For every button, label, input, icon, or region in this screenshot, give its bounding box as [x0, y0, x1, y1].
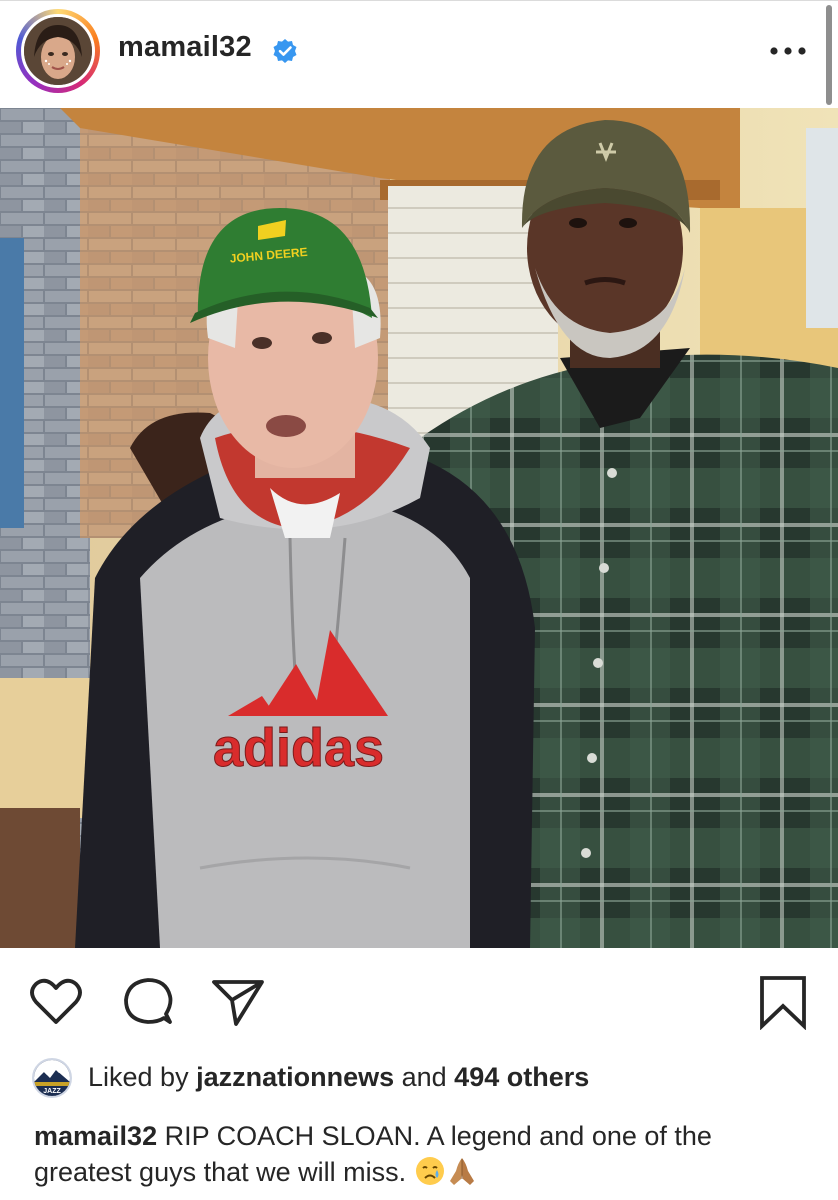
story-ring[interactable]: [16, 9, 100, 93]
action-bar: [0, 948, 838, 1048]
post-caption: mamail32 RIP COACH SLOAN. A legend and o…: [34, 1118, 814, 1190]
instagram-post: mamail32 adidas JOHN DEERE JAZZ Liked by…: [0, 0, 838, 1200]
hoodie-logo-text: adidas: [213, 718, 384, 778]
liker-username[interactable]: jazznationnews: [196, 1062, 394, 1092]
likes-count[interactable]: 494 others: [454, 1062, 589, 1092]
post-username[interactable]: mamail32: [118, 31, 252, 64]
scrollbar-thumb[interactable]: [826, 5, 832, 105]
more-options-icon[interactable]: [770, 47, 806, 55]
comment-icon[interactable]: [120, 974, 176, 1030]
crying-face-emoji: [415, 1157, 444, 1185]
verified-badge-icon: [273, 39, 297, 63]
likes-row: JAZZ Liked by jazznationnews and 494 oth…: [32, 1058, 822, 1100]
post-photo[interactable]: adidas JOHN DEERE: [0, 108, 838, 948]
folded-hands-emoji: [449, 1158, 474, 1185]
likes-text: Liked by jazznationnews and 494 others: [88, 1062, 589, 1093]
liker-avatar[interactable]: JAZZ: [32, 1058, 72, 1098]
paper-plane-icon[interactable]: [210, 974, 266, 1030]
bookmark-icon[interactable]: [756, 974, 812, 1030]
liker-avatar-text: JAZZ: [43, 1088, 61, 1095]
avatar[interactable]: [21, 14, 95, 88]
post-header: mamail32: [0, 0, 838, 109]
likes-prefix: Liked by: [88, 1062, 197, 1092]
caption-username[interactable]: mamail32: [34, 1121, 157, 1151]
likes-connector: and: [394, 1062, 455, 1092]
heart-icon[interactable]: [28, 974, 84, 1030]
